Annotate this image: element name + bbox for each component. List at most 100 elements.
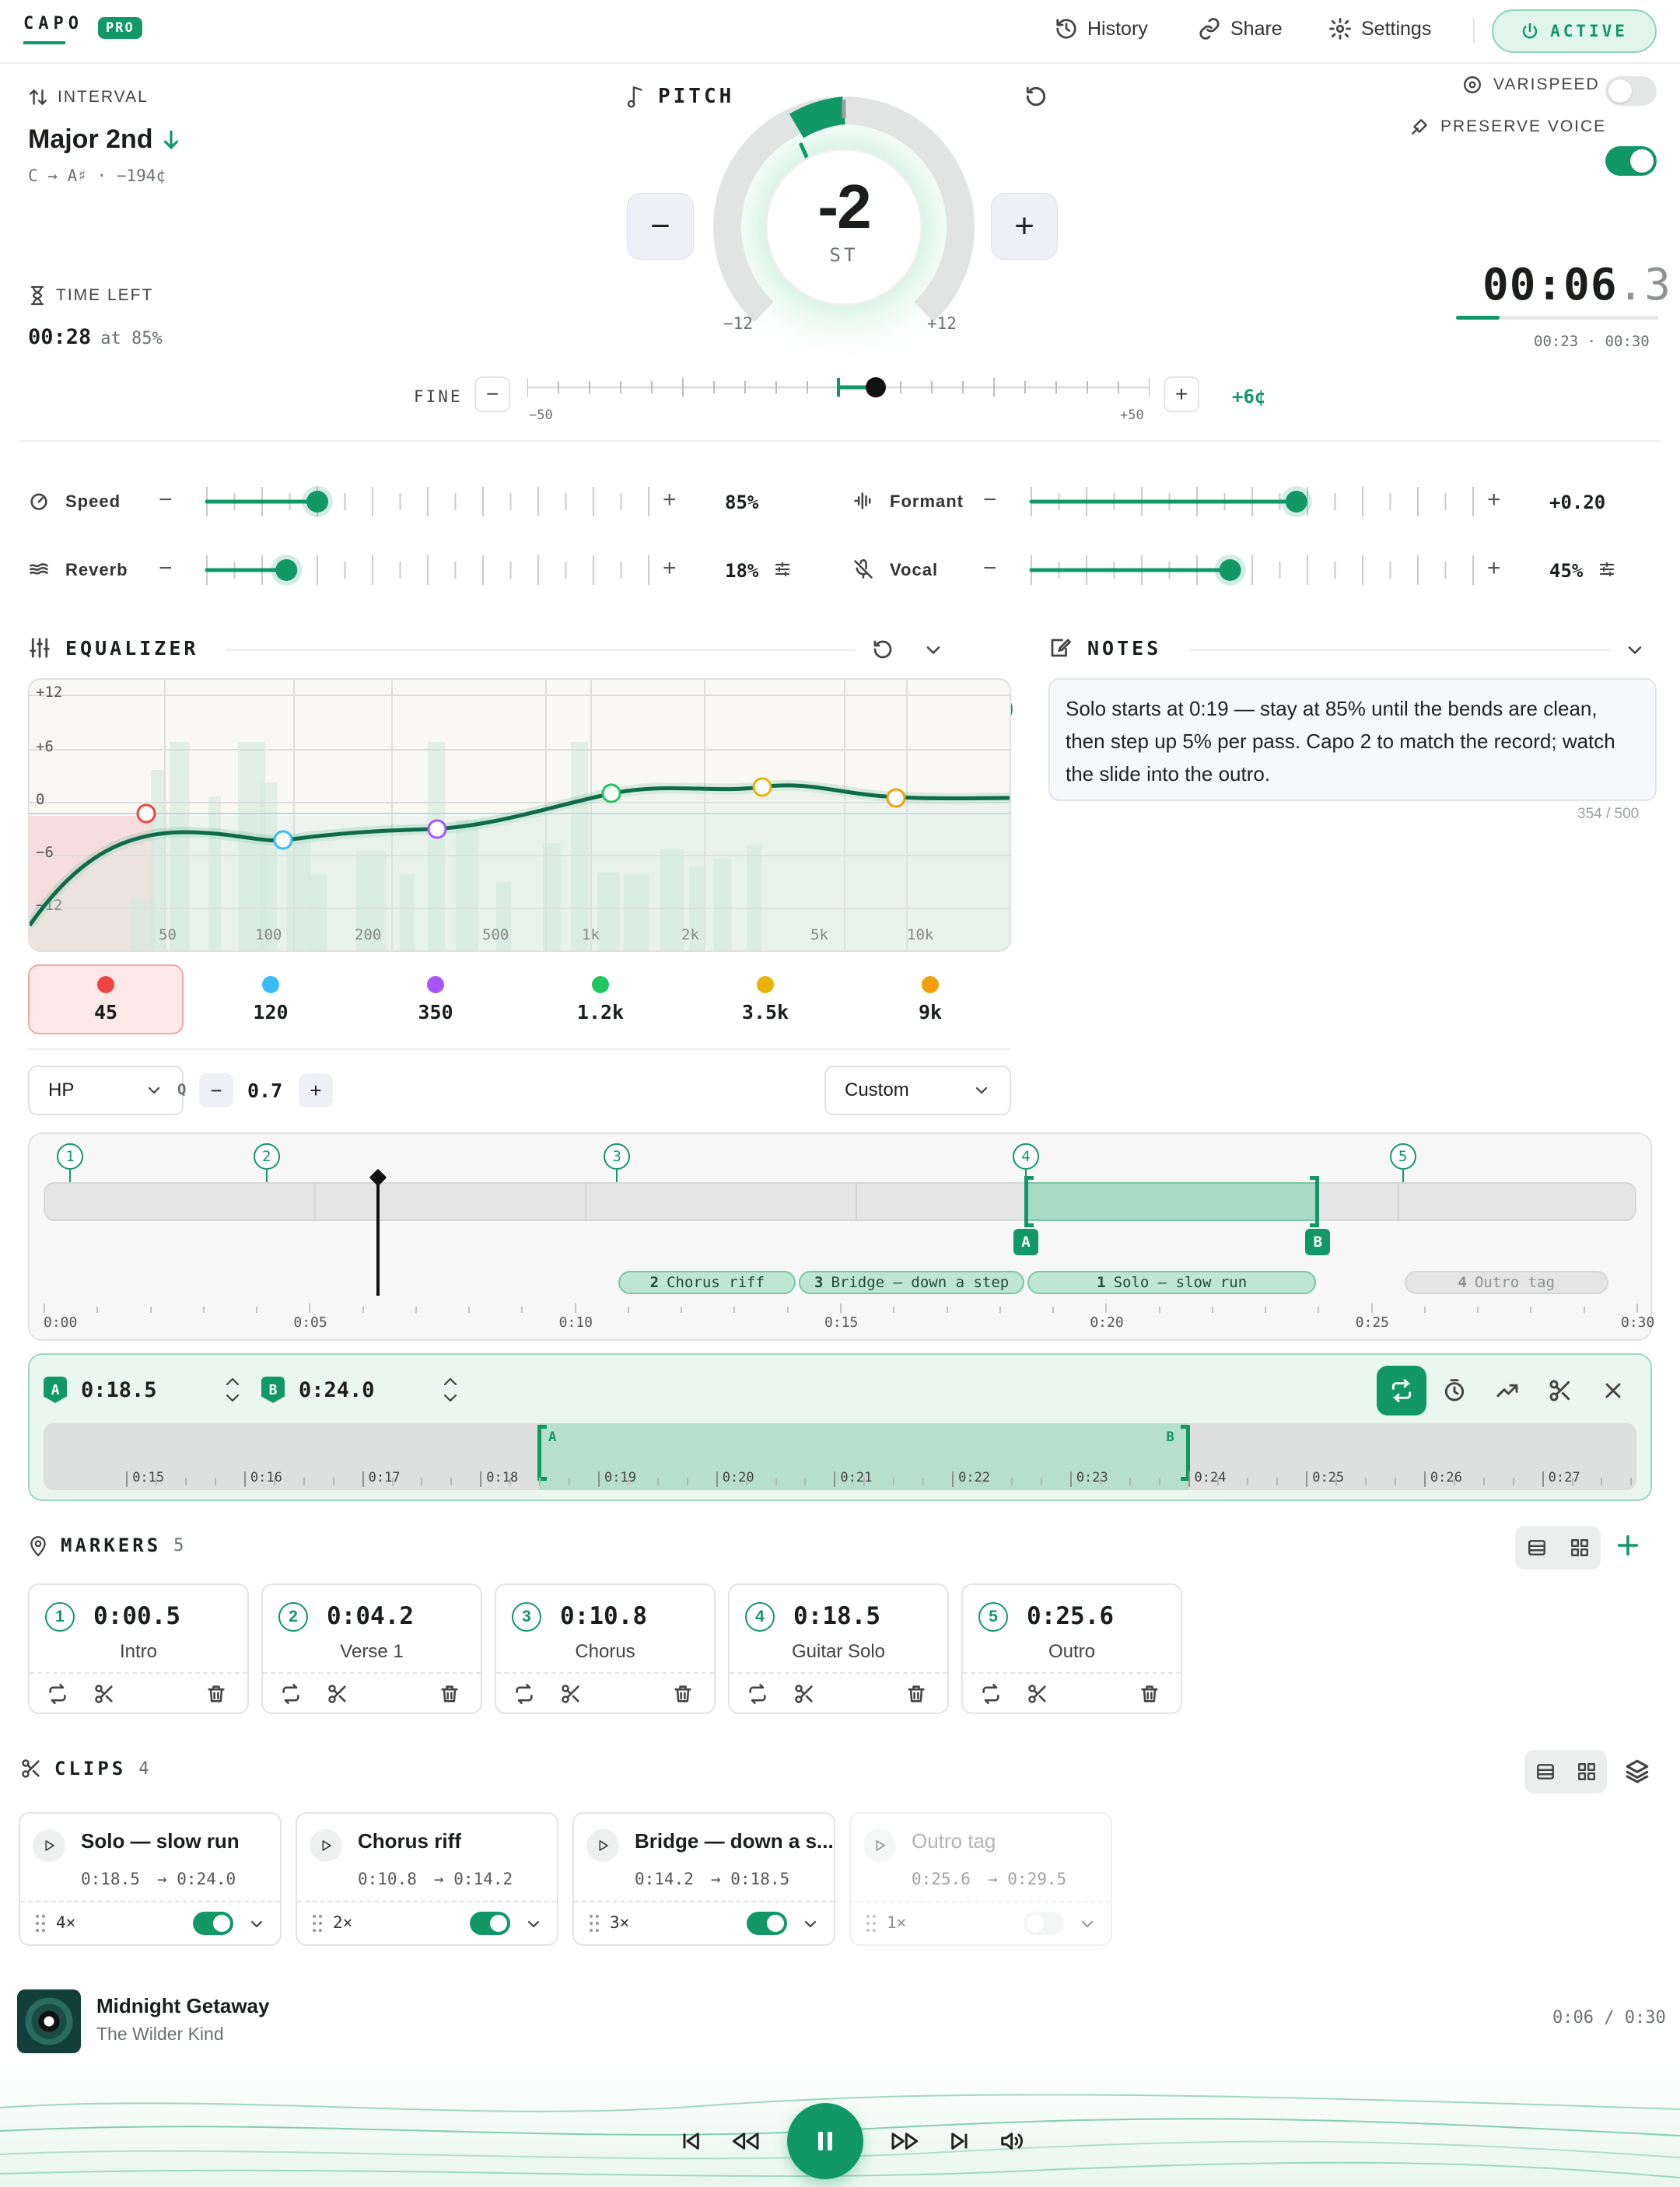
- eq-band-3.5k[interactable]: 3.5k: [688, 964, 843, 1034]
- clip-enable-toggle[interactable]: [747, 1912, 787, 1935]
- formant-thumb[interactable]: [1285, 491, 1307, 513]
- marker-pin-5[interactable]: 5: [1389, 1143, 1416, 1170]
- preset-select[interactable]: Custom: [824, 1066, 1011, 1115]
- stepper-icon[interactable]: [442, 1373, 459, 1406]
- clip-repeat[interactable]: 1×: [887, 1913, 906, 1932]
- clip-play-button[interactable]: [586, 1829, 619, 1862]
- settings-button[interactable]: Settings: [1328, 17, 1431, 40]
- clip-card[interactable]: Solo — slow run 0:18.5 → 0:24.0 4×: [19, 1812, 282, 1946]
- formant-slider[interactable]: [1028, 482, 1476, 521]
- trend-icon[interactable]: [1495, 1378, 1520, 1403]
- marker-card[interactable]: 1 0:00.5 Intro: [28, 1583, 249, 1714]
- formant-plus-button[interactable]: +: [1487, 487, 1501, 513]
- eq-band-handle[interactable]: [136, 803, 156, 824]
- grid-view-icon[interactable]: [1577, 1762, 1597, 1782]
- active-button[interactable]: ACTIVE: [1492, 9, 1657, 53]
- volume-icon[interactable]: [999, 2129, 1027, 2154]
- clip-tag[interactable]: 1 Solo — slow run: [1027, 1271, 1317, 1294]
- scissors-icon[interactable]: [1027, 1683, 1048, 1705]
- clip-repeat[interactable]: 4×: [56, 1913, 75, 1932]
- clip-tag[interactable]: 4 Outro tag: [1404, 1271, 1608, 1294]
- loop-bracket-b[interactable]: [1310, 1176, 1320, 1227]
- speed-thumb[interactable]: [306, 491, 328, 513]
- q-minus-button[interactable]: −: [199, 1073, 233, 1107]
- list-view-icon[interactable]: [1527, 1538, 1547, 1558]
- chevron-down-icon[interactable]: [801, 1915, 820, 1933]
- formant-minus-button[interactable]: −: [983, 487, 997, 513]
- eq-band-9k[interactable]: 9k: [852, 964, 1008, 1034]
- vocal-thumb[interactable]: [1219, 559, 1241, 581]
- loop-icon[interactable]: [47, 1683, 68, 1705]
- clip-card[interactable]: Bridge — down a s... 0:14.2 → 0:18.5 3×: [572, 1812, 835, 1946]
- pitch-minus-button[interactable]: −: [627, 193, 694, 260]
- loop-b-time[interactable]: 0:24.0: [299, 1378, 375, 1402]
- speed-slider[interactable]: [204, 482, 652, 521]
- markers-view-toggle[interactable]: [1515, 1526, 1601, 1569]
- marker-time[interactable]: 0:25.6: [1027, 1602, 1114, 1630]
- speed-minus-button[interactable]: −: [159, 487, 173, 513]
- share-button[interactable]: Share: [1198, 17, 1283, 40]
- eq-band-120[interactable]: 120: [193, 964, 348, 1034]
- marker-card[interactable]: 3 0:10.8 Chorus: [495, 1583, 716, 1714]
- chevron-down-icon[interactable]: [524, 1915, 543, 1933]
- tune-icon[interactable]: [773, 560, 792, 579]
- close-icon[interactable]: [1601, 1378, 1626, 1403]
- skip-end-icon[interactable]: [947, 2129, 972, 2154]
- clip-card[interactable]: Outro tag 0:25.6 → 0:29.5 1×: [849, 1812, 1112, 1946]
- loop-a-time[interactable]: 0:18.5: [81, 1378, 157, 1402]
- chevron-down-icon[interactable]: [247, 1915, 266, 1933]
- eq-band-handle[interactable]: [273, 830, 293, 850]
- varispeed-toggle[interactable]: [1605, 76, 1657, 106]
- tune-icon[interactable]: [1598, 560, 1616, 579]
- scissors-icon[interactable]: [93, 1683, 115, 1705]
- drag-handle-icon[interactable]: [34, 1913, 47, 1933]
- eq-band-45[interactable]: 45: [28, 964, 184, 1034]
- scissors-icon[interactable]: [560, 1683, 582, 1705]
- clip-repeat[interactable]: 3×: [610, 1913, 629, 1932]
- clip-title[interactable]: Solo — slow run: [81, 1829, 240, 1853]
- trash-icon[interactable]: [1139, 1683, 1160, 1705]
- playhead[interactable]: [376, 1176, 380, 1296]
- trash-icon[interactable]: [439, 1683, 460, 1705]
- reverb-minus-button[interactable]: −: [159, 555, 173, 582]
- rewind-icon[interactable]: [730, 2129, 761, 2154]
- eq-band-handle[interactable]: [886, 788, 906, 808]
- fine-slider[interactable]: [527, 373, 1150, 420]
- eq-reset-button[interactable]: [871, 638, 894, 665]
- clip-enable-toggle[interactable]: [470, 1912, 510, 1935]
- loop-icon[interactable]: [513, 1683, 535, 1705]
- marker-pin-2[interactable]: 2: [253, 1143, 280, 1170]
- filter-type-select[interactable]: HP: [28, 1066, 184, 1115]
- fast-forward-icon[interactable]: [890, 2129, 921, 2154]
- pitch-plus-button[interactable]: +: [991, 193, 1058, 260]
- eq-graph[interactable]: +12 +6 0 −6 −12 50 100 200 500 1k 2k 5k 10k: [28, 678, 1011, 952]
- clip-play-button[interactable]: [310, 1829, 342, 1862]
- list-view-icon[interactable]: [1535, 1762, 1556, 1782]
- marker-card[interactable]: 2 0:04.2 Verse 1: [261, 1583, 482, 1714]
- eq-collapse-button[interactable]: [922, 639, 944, 665]
- skip-start-icon[interactable]: [678, 2129, 703, 2154]
- eq-band-1.2k[interactable]: 1.2k: [523, 964, 678, 1034]
- marker-pin-4[interactable]: 4: [1012, 1143, 1039, 1170]
- marker-time[interactable]: 0:00.5: [93, 1602, 180, 1630]
- marker-card[interactable]: 4 0:18.5 Guitar Solo: [728, 1583, 949, 1714]
- timer-icon[interactable]: [1442, 1378, 1467, 1403]
- clip-title[interactable]: Outro tag: [912, 1829, 996, 1853]
- loop-icon[interactable]: [280, 1683, 302, 1705]
- marker-name[interactable]: Outro: [963, 1641, 1181, 1663]
- reverb-slider[interactable]: [204, 551, 652, 590]
- q-plus-button[interactable]: +: [299, 1073, 333, 1107]
- trash-icon[interactable]: [905, 1683, 927, 1705]
- vocal-plus-button[interactable]: +: [1487, 555, 1501, 582]
- drag-handle-icon[interactable]: [865, 1913, 877, 1933]
- scissors-icon[interactable]: [1548, 1378, 1573, 1403]
- chevron-down-icon[interactable]: [1078, 1915, 1097, 1933]
- eq-band-handle[interactable]: [427, 819, 447, 839]
- clips-view-toggle[interactable]: [1524, 1750, 1607, 1793]
- clips-layers-button[interactable]: [1624, 1758, 1650, 1788]
- clip-repeat[interactable]: 2×: [333, 1913, 352, 1932]
- history-button[interactable]: History: [1055, 17, 1148, 40]
- clip-tag[interactable]: 2 Chorus riff: [618, 1271, 796, 1294]
- fine-minus-button[interactable]: −: [474, 376, 510, 412]
- loop-bracket-a[interactable]: [1024, 1176, 1034, 1227]
